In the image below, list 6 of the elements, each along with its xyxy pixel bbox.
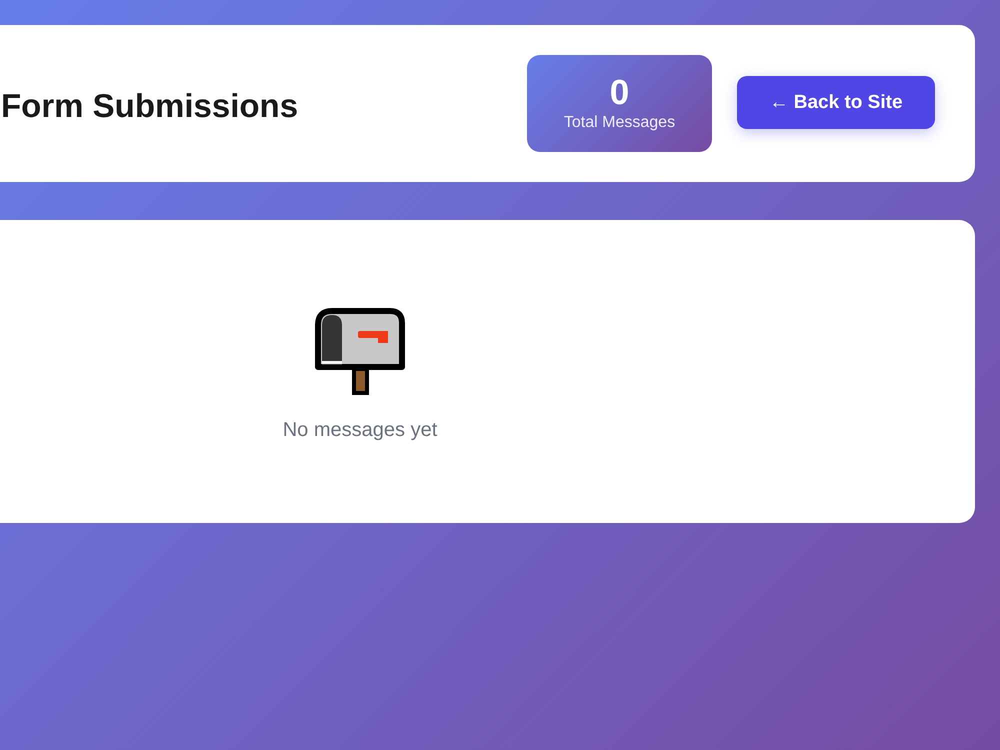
- stat-label: Total Messages: [564, 114, 676, 132]
- stat-value: 0: [610, 75, 630, 110]
- page-title: Form Submissions: [0, 86, 298, 124]
- empty-message: No messages yet: [282, 419, 438, 442]
- back-button[interactable]: ← Back to Site: [737, 76, 935, 129]
- mailbox-icon: [314, 307, 406, 395]
